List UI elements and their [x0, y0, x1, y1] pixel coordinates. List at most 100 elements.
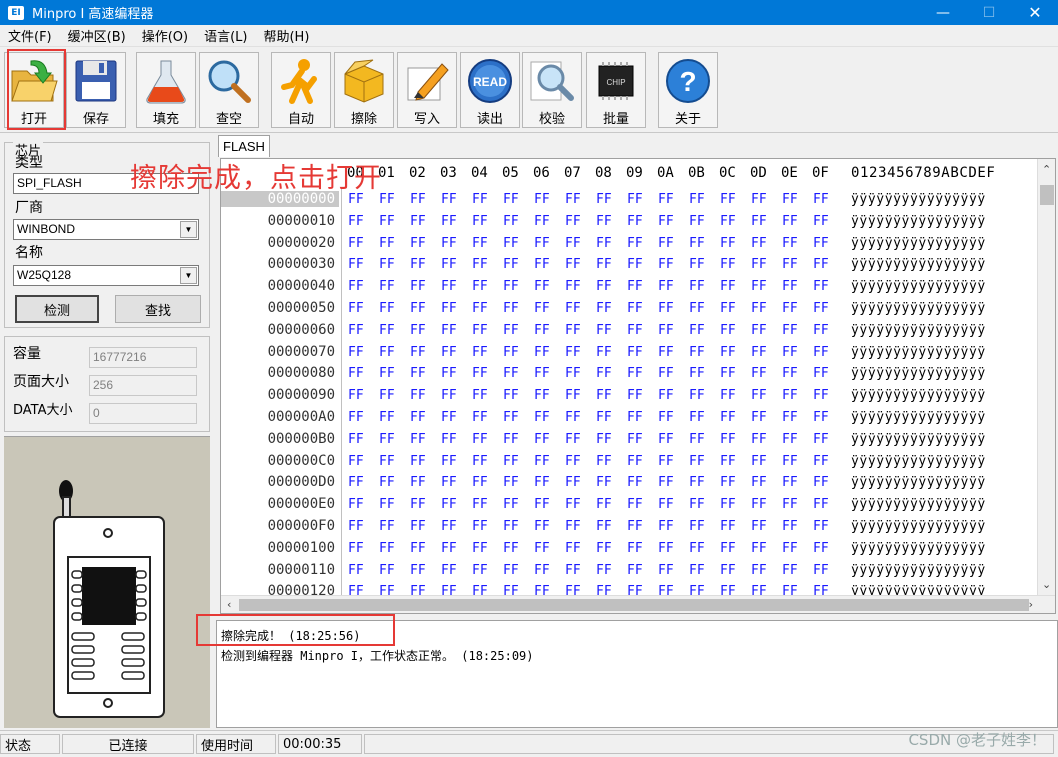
hex-byte[interactable]: FF	[813, 541, 829, 556]
hex-byte[interactable]: FF	[472, 541, 488, 556]
hex-byte[interactable]: FF	[565, 192, 581, 207]
hex-byte[interactable]: FF	[410, 366, 426, 381]
hex-byte[interactable]: FF	[410, 497, 426, 512]
hex-byte[interactable]: FF	[534, 388, 550, 403]
hex-byte[interactable]: FF	[410, 432, 426, 447]
hex-byte[interactable]: FF	[503, 432, 519, 447]
hex-byte[interactable]: FF	[565, 497, 581, 512]
hex-byte[interactable]: FF	[782, 301, 798, 316]
scroll-down-icon[interactable]: ⌄	[1042, 578, 1051, 591]
hex-byte[interactable]: FF	[565, 301, 581, 316]
hex-byte[interactable]: FF	[441, 366, 457, 381]
hex-byte[interactable]: FF	[410, 519, 426, 534]
hex-byte[interactable]: FF	[751, 475, 767, 490]
hex-byte[interactable]: FF	[689, 192, 705, 207]
hex-byte[interactable]: FF	[751, 366, 767, 381]
hex-byte[interactable]: FF	[348, 279, 364, 294]
hex-byte[interactable]: FF	[410, 563, 426, 578]
hex-byte[interactable]: FF	[782, 519, 798, 534]
hex-byte[interactable]: FF	[596, 236, 612, 251]
hex-byte[interactable]: FF	[596, 279, 612, 294]
hex-row[interactable]: 00000040 FF FF FF FF FF FF FF FF FF FF FF FF FF FF FF FF…	[221, 276, 1037, 298]
save-button[interactable]: 保存	[66, 52, 126, 128]
hex-byte[interactable]: FF	[689, 257, 705, 272]
hex-byte[interactable]: FF	[627, 475, 643, 490]
hex-byte[interactable]: FF	[348, 345, 364, 360]
hex-byte[interactable]: FF	[720, 563, 736, 578]
hex-byte[interactable]: FF	[379, 323, 395, 338]
hex-row[interactable]: 00000070 FF FF FF FF FF FF FF FF FF FF FF FF FF FF FF FF…	[221, 342, 1037, 364]
hex-byte[interactable]: FF	[503, 279, 519, 294]
hex-byte[interactable]: FF	[627, 497, 643, 512]
hex-byte[interactable]: FF	[627, 388, 643, 403]
hex-byte[interactable]: FF	[720, 236, 736, 251]
hex-byte[interactable]: FF	[751, 236, 767, 251]
hex-byte[interactable]: FF	[441, 301, 457, 316]
hex-byte[interactable]: FF	[441, 257, 457, 272]
hex-byte[interactable]: FF	[751, 563, 767, 578]
hex-byte[interactable]: FF	[720, 323, 736, 338]
hex-byte[interactable]: FF	[379, 301, 395, 316]
hex-byte[interactable]: FF	[410, 388, 426, 403]
hex-byte[interactable]: FF	[379, 410, 395, 425]
hex-byte[interactable]: FF	[720, 497, 736, 512]
hex-byte[interactable]: FF	[379, 257, 395, 272]
hex-byte[interactable]: FF	[596, 497, 612, 512]
hex-byte[interactable]: FF	[441, 192, 457, 207]
hex-byte[interactable]: FF	[596, 454, 612, 469]
menu-file[interactable]: 文件(F)	[0, 26, 60, 45]
hex-byte[interactable]: FF	[813, 432, 829, 447]
hex-byte[interactable]: FF	[348, 236, 364, 251]
hex-byte[interactable]: FF	[813, 519, 829, 534]
hex-byte[interactable]: FF	[348, 497, 364, 512]
hex-byte[interactable]: FF	[348, 301, 364, 316]
hex-byte[interactable]: FF	[627, 236, 643, 251]
hex-byte[interactable]: FF	[689, 497, 705, 512]
hex-byte[interactable]: FF	[441, 541, 457, 556]
hex-byte[interactable]: FF	[534, 541, 550, 556]
hex-byte[interactable]: FF	[565, 323, 581, 338]
hex-byte[interactable]: FF	[627, 301, 643, 316]
hex-byte[interactable]: FF	[813, 257, 829, 272]
hex-byte[interactable]: FF	[472, 497, 488, 512]
hex-byte[interactable]: FF	[441, 214, 457, 229]
hex-byte[interactable]: FF	[348, 454, 364, 469]
hex-byte[interactable]: FF	[441, 236, 457, 251]
hex-byte[interactable]: FF	[627, 563, 643, 578]
hex-byte[interactable]: FF	[348, 475, 364, 490]
hex-byte[interactable]: FF	[627, 279, 643, 294]
hex-byte[interactable]: FF	[472, 410, 488, 425]
hex-byte[interactable]: FF	[782, 454, 798, 469]
hex-byte[interactable]: FF	[782, 541, 798, 556]
chevron-down-icon[interactable]: ▼	[180, 221, 197, 238]
hex-byte[interactable]: FF	[410, 257, 426, 272]
tab-flash[interactable]: FLASH	[218, 135, 270, 157]
hex-byte[interactable]: FF	[534, 497, 550, 512]
hex-row[interactable]: 00000100 FF FF FF FF FF FF FF FF FF FF FF FF FF FF FF FF…	[221, 538, 1037, 560]
hex-byte[interactable]: FF	[379, 563, 395, 578]
hex-byte[interactable]: FF	[379, 454, 395, 469]
close-button[interactable]: ✕	[1012, 0, 1058, 25]
hex-byte[interactable]: FF	[627, 410, 643, 425]
hex-byte[interactable]: FF	[689, 214, 705, 229]
hex-byte[interactable]: FF	[379, 541, 395, 556]
hex-byte[interactable]: FF	[658, 214, 674, 229]
hex-byte[interactable]: FF	[534, 563, 550, 578]
hex-byte[interactable]: FF	[627, 454, 643, 469]
hex-byte[interactable]: FF	[503, 345, 519, 360]
hex-byte[interactable]: FF	[720, 432, 736, 447]
hex-byte[interactable]: FF	[534, 214, 550, 229]
hex-byte[interactable]: FF	[658, 236, 674, 251]
hex-byte[interactable]: FF	[534, 236, 550, 251]
hex-byte[interactable]: FF	[751, 192, 767, 207]
hex-byte[interactable]: FF	[751, 214, 767, 229]
hex-byte[interactable]: FF	[441, 410, 457, 425]
hex-byte[interactable]: FF	[441, 475, 457, 490]
hex-byte[interactable]: FF	[565, 345, 581, 360]
scroll-right-icon[interactable]: ›	[1029, 598, 1033, 611]
hex-byte[interactable]: FF	[627, 541, 643, 556]
hex-byte[interactable]: FF	[658, 192, 674, 207]
hex-byte[interactable]: FF	[782, 475, 798, 490]
hex-byte[interactable]: FF	[410, 214, 426, 229]
hex-byte[interactable]: FF	[379, 497, 395, 512]
